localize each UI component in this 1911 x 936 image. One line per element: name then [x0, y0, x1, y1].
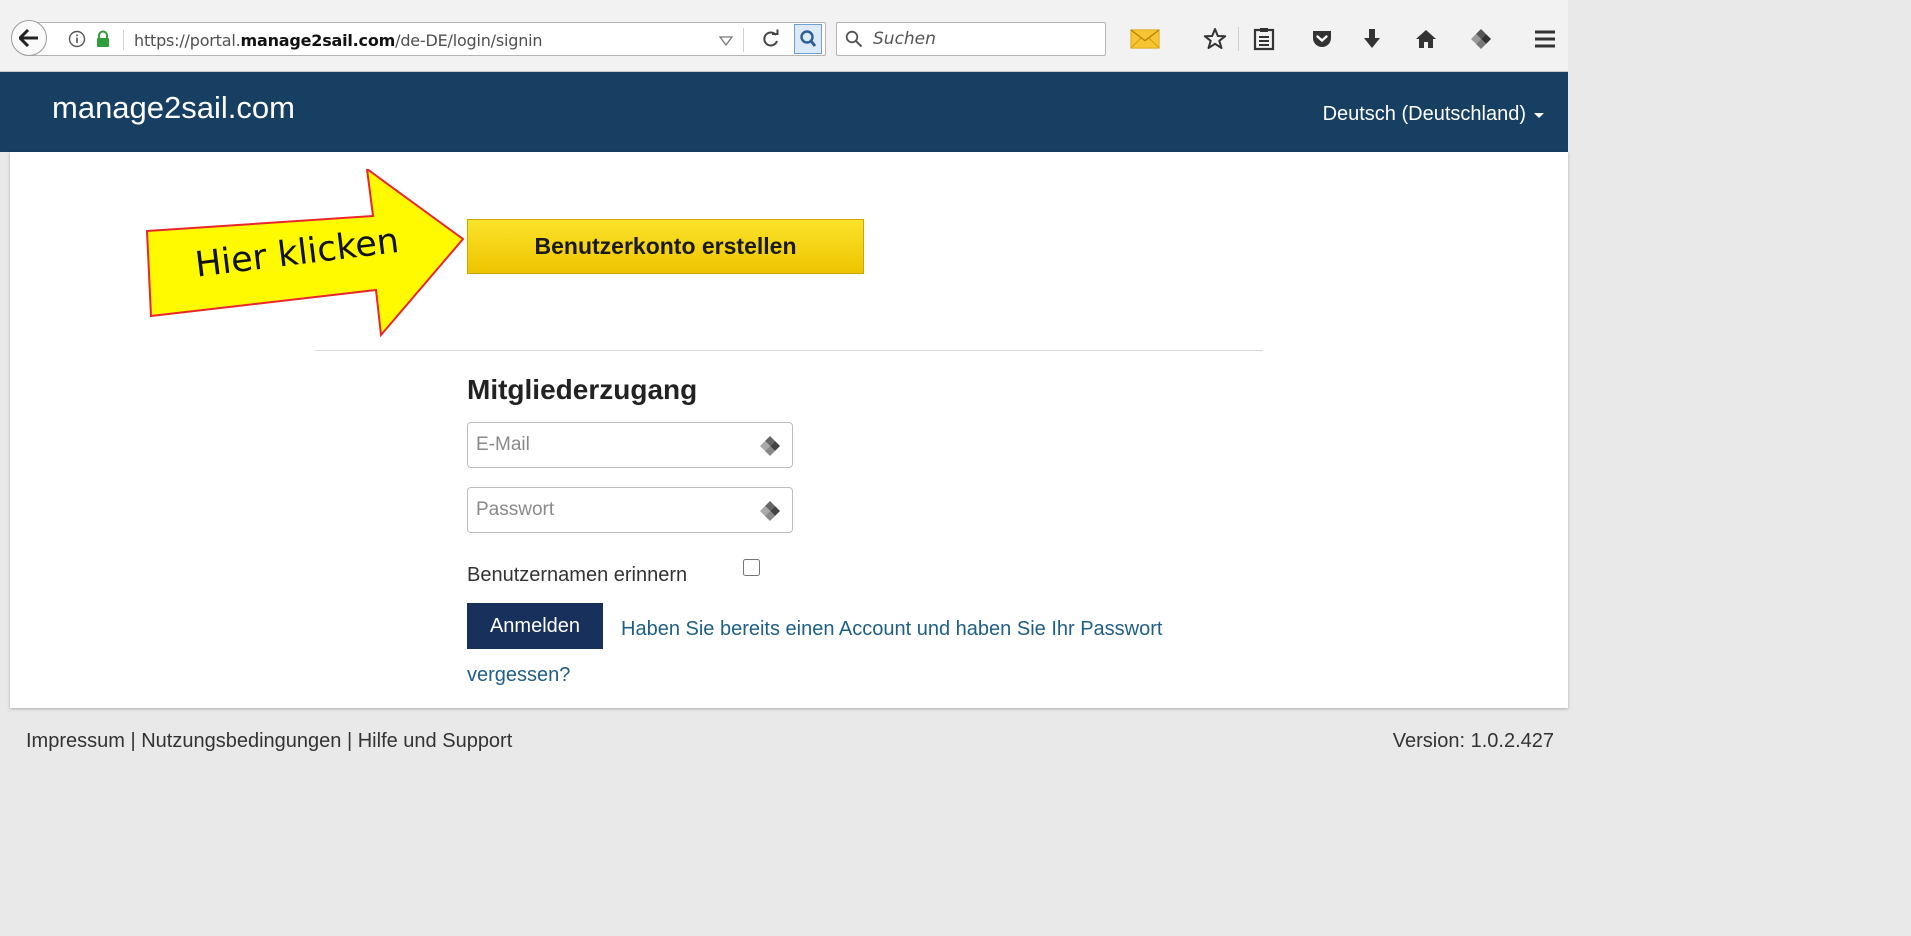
caret-down-icon: [1534, 113, 1544, 118]
terms-link[interactable]: Nutzungsbedingungen: [141, 730, 341, 752]
password-input[interactable]: [476, 498, 746, 522]
password-field[interactable]: [467, 487, 793, 533]
site-title[interactable]: manage2sail.com: [52, 90, 295, 126]
url-domain: manage2sail.com: [240, 31, 396, 50]
footer-separator: |: [130, 730, 136, 752]
pocket-icon[interactable]: [1307, 24, 1337, 54]
help-link[interactable]: Hilfe und Support: [358, 730, 513, 752]
email-input[interactable]: [476, 433, 746, 457]
browser-search-box[interactable]: [836, 22, 1106, 56]
lock-icon[interactable]: [95, 30, 111, 53]
search-input[interactable]: [873, 28, 1093, 50]
download-icon[interactable]: [1357, 24, 1387, 54]
footer-links: Impressum | Nutzungsbedingungen | Hilfe …: [26, 730, 512, 753]
section-title: Mitgliederzugang: [467, 374, 698, 405]
password-manager-icon[interactable]: [1466, 24, 1496, 54]
url-path: /de-DE/login/signin: [395, 31, 543, 50]
version-label: Version: 1.0.2.427: [1392, 730, 1554, 752]
history-dropdown-icon[interactable]: [718, 33, 734, 51]
email-field[interactable]: [467, 422, 793, 468]
reload-icon[interactable]: [761, 29, 781, 54]
site-header: manage2sail.com Deutsch (Deutschland): [0, 72, 1568, 152]
language-label: Deutsch (Deutschland): [1322, 103, 1526, 125]
page-search-icon[interactable]: [794, 24, 822, 54]
language-selector[interactable]: Deutsch (Deutschland): [1322, 103, 1544, 126]
mail-icon[interactable]: [1130, 24, 1160, 54]
section-divider: [315, 350, 1263, 351]
password-manager-icon[interactable]: [758, 499, 782, 528]
impressum-link[interactable]: Impressum: [26, 730, 125, 752]
info-icon[interactable]: [68, 30, 86, 53]
reload-separator: [743, 28, 744, 52]
create-account-button[interactable]: Benutzerkonto erstellen: [467, 219, 864, 274]
login-button[interactable]: Anmelden: [467, 603, 603, 649]
toolbar-separator: [1238, 27, 1239, 51]
bookmark-star-icon[interactable]: [1200, 24, 1230, 54]
browser-toolbar: https://portal.manage2sail.com/de-DE/log…: [0, 0, 1568, 72]
footer-separator: |: [346, 730, 353, 752]
password-manager-icon[interactable]: [758, 434, 782, 463]
back-arrow-icon: [19, 29, 38, 47]
back-button[interactable]: [11, 20, 47, 56]
home-icon[interactable]: [1411, 24, 1441, 54]
search-icon: [845, 30, 863, 53]
remember-username-checkbox[interactable]: [743, 559, 760, 576]
address-separator: [123, 30, 124, 50]
address-bar[interactable]: https://portal.manage2sail.com/de-DE/log…: [30, 22, 826, 56]
bookmarks-list-icon[interactable]: [1249, 24, 1279, 54]
remember-username-label: Benutzernamen erinnern: [467, 564, 688, 586]
url-text[interactable]: https://portal.manage2sail.com/de-DE/log…: [134, 31, 543, 50]
menu-icon[interactable]: [1530, 24, 1560, 54]
url-prefix: https://portal.: [134, 31, 241, 50]
